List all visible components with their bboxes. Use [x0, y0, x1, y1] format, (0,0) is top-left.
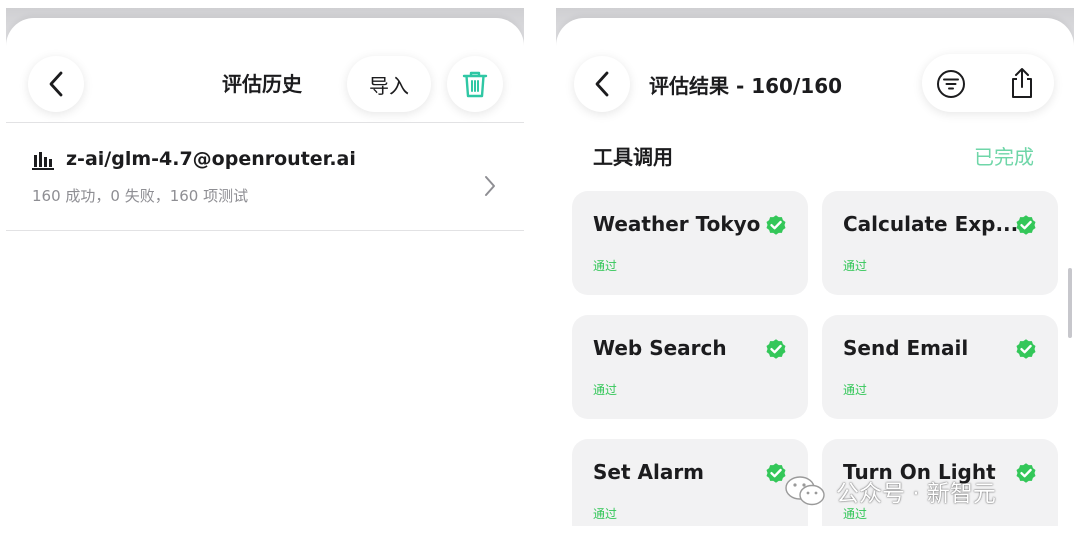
- back-chevron-icon: [595, 71, 609, 97]
- share-icon: [1012, 68, 1032, 98]
- model-name: z-ai/glm-4.7@openrouter.ai: [66, 148, 356, 170]
- test-card[interactable]: Weather Tokyo 通过: [572, 191, 808, 295]
- back-button[interactable]: [574, 56, 630, 112]
- test-name: Weather Tokyo: [593, 212, 761, 236]
- results-panel: 评估结果 - 160/160 工具调用 已完成 Weather Tokyo 通过…: [556, 8, 1074, 526]
- actions-group: [922, 54, 1054, 112]
- test-card[interactable]: Send Email 通过: [822, 315, 1058, 419]
- share-button[interactable]: [1008, 66, 1036, 100]
- import-label: 导入: [369, 73, 409, 98]
- row-divider: [6, 230, 524, 231]
- section-title: 工具调用: [593, 145, 673, 169]
- scrollbar[interactable]: [1068, 268, 1072, 338]
- watermark-text: 公众号 · 新智元: [836, 481, 996, 507]
- chevron-right-icon: [485, 176, 495, 196]
- bar-chart-icon: [32, 152, 54, 170]
- test-name: Web Search: [593, 336, 727, 360]
- test-status: 通过: [593, 507, 618, 521]
- history-row[interactable]: z-ai/glm-4.7@openrouter.ai 160 成功，0 失败，1…: [6, 124, 524, 230]
- run-summary: 160 成功，0 失败，160 项测试: [32, 187, 249, 205]
- wechat-icon: [785, 476, 825, 506]
- test-card[interactable]: Set Alarm 通过: [572, 439, 808, 526]
- check-badge-icon: [766, 215, 786, 235]
- delete-button[interactable]: [447, 56, 503, 112]
- import-button[interactable]: 导入: [347, 56, 431, 112]
- test-card[interactable]: Web Search 通过: [572, 315, 808, 419]
- test-card[interactable]: Calculate Exp... 通过: [822, 191, 1058, 295]
- history-panel: 评估历史 导入 z-ai/glm-4.7@openrouter.ai 160 成…: [6, 8, 524, 537]
- trash-icon: [462, 71, 488, 98]
- back-chevron-icon: [49, 71, 63, 97]
- filter-button[interactable]: [936, 69, 966, 99]
- test-name: Calculate Exp...: [843, 212, 1019, 236]
- watermark: 公众号 · 新智元: [784, 474, 996, 508]
- test-name: Set Alarm: [593, 460, 705, 484]
- check-badge-icon: [1016, 215, 1036, 235]
- check-badge-icon: [766, 339, 786, 359]
- test-name: Send Email: [843, 336, 969, 360]
- page-title: 评估历史: [222, 72, 302, 96]
- check-badge-icon: [1016, 339, 1036, 359]
- test-status: 通过: [593, 383, 618, 397]
- header-divider: [6, 122, 524, 123]
- page-title: 评估结果 - 160/160: [649, 74, 843, 98]
- filter-icon: [937, 70, 965, 98]
- test-status: 通过: [843, 383, 868, 397]
- test-status: 通过: [843, 259, 868, 273]
- section-status: 已完成: [974, 145, 1034, 169]
- check-badge-icon: [1016, 463, 1036, 483]
- test-status: 通过: [593, 259, 618, 273]
- back-button[interactable]: [28, 56, 84, 112]
